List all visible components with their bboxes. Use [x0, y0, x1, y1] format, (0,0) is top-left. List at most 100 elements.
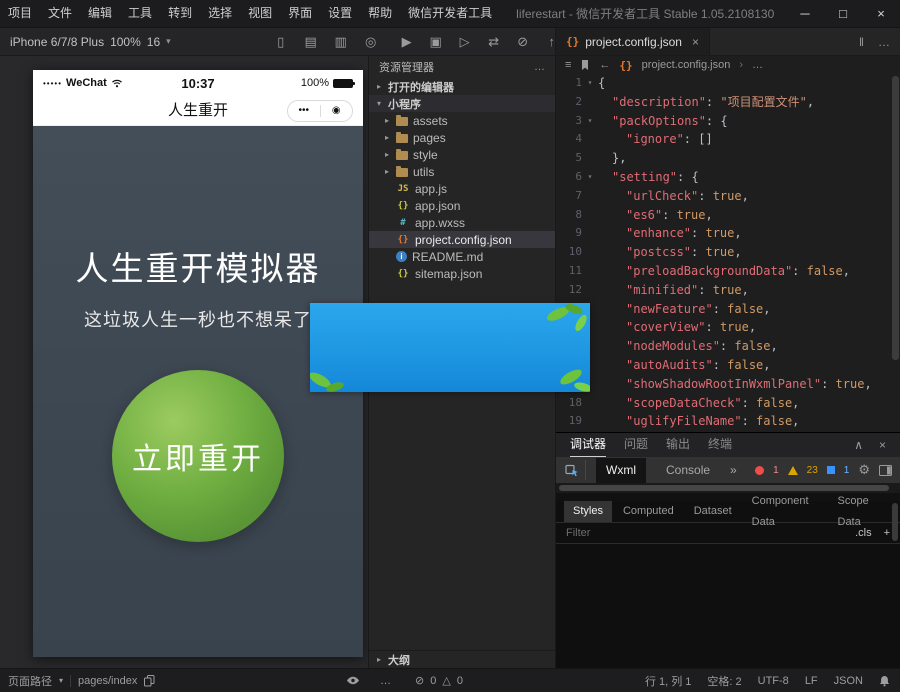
- cursor-position[interactable]: 行 1, 列 1: [645, 673, 691, 689]
- devtools-hscrollbar[interactable]: [556, 483, 900, 493]
- fold-icon[interactable]: ▾: [582, 112, 598, 131]
- toggle-editor-icon[interactable]: ▤: [303, 34, 319, 50]
- maximize-button[interactable]: □: [824, 0, 862, 27]
- collapse-panel-icon[interactable]: ∧: [854, 438, 863, 452]
- tree-item-README.md[interactable]: iREADME.md: [369, 248, 555, 265]
- info-count[interactable]: 1: [844, 465, 850, 476]
- tab-wxml[interactable]: Wxml: [596, 458, 646, 483]
- menu-item-7[interactable]: 界面: [280, 0, 320, 27]
- explorer-more-icon[interactable]: …: [534, 61, 545, 73]
- debugger-tab-3[interactable]: 终端: [708, 433, 732, 457]
- code-text: "showShadowRootInWxmlPanel": true,: [598, 375, 872, 394]
- add-style-button[interactable]: +: [884, 527, 890, 539]
- outline-icon[interactable]: ≡: [565, 59, 571, 71]
- cls-toggle[interactable]: .cls: [855, 527, 872, 539]
- tree-item-pages[interactable]: ▸pages: [369, 129, 555, 146]
- gear-icon[interactable]: ⚙: [858, 462, 870, 478]
- tree-item-assets[interactable]: ▸assets: [369, 112, 555, 129]
- editor-scrollbar[interactable]: [892, 76, 899, 360]
- close-panel-icon[interactable]: ×: [879, 438, 886, 452]
- tab-project-config-json[interactable]: {} project.config.json ×: [556, 28, 710, 55]
- page-path-value[interactable]: pages/index: [78, 675, 137, 687]
- menu-item-4[interactable]: 转到: [160, 0, 200, 27]
- inspect-element-icon[interactable]: [564, 460, 586, 480]
- eol-type[interactable]: LF: [805, 675, 818, 687]
- minimize-button[interactable]: ─: [786, 0, 824, 27]
- close-button[interactable]: ×: [862, 0, 900, 27]
- tree-item-app.js[interactable]: JSapp.js: [369, 180, 555, 197]
- tree-item-utils[interactable]: ▸utils: [369, 163, 555, 180]
- menu-item-0[interactable]: 项目: [0, 0, 40, 27]
- error-count[interactable]: 1: [773, 465, 779, 476]
- inspector-tab-2[interactable]: Dataset: [685, 501, 741, 522]
- menu-item-6[interactable]: 视图: [240, 0, 280, 27]
- error-count[interactable]: 0: [430, 675, 436, 687]
- switch-background-icon[interactable]: ⇄: [486, 34, 502, 50]
- tree-item-app.json[interactable]: {}app.json: [369, 197, 555, 214]
- copy-path-icon[interactable]: [144, 675, 155, 687]
- code-text: {: [598, 74, 605, 93]
- open-editors-section[interactable]: ▸ 打开的编辑器: [369, 78, 555, 95]
- menu-item-5[interactable]: 选择: [200, 0, 240, 27]
- menu-item-1[interactable]: 文件: [40, 0, 80, 27]
- scrollbar-thumb[interactable]: [559, 485, 889, 491]
- capsule-more-button[interactable]: •••: [288, 101, 320, 121]
- tree-item-app.wxss[interactable]: #app.wxss: [369, 214, 555, 231]
- tree-item-style[interactable]: ▸style: [369, 146, 555, 163]
- filter-input[interactable]: [566, 527, 766, 539]
- chevron-right-icon: ▸: [375, 655, 383, 664]
- dock-side-icon[interactable]: [879, 465, 892, 476]
- back-icon[interactable]: ←: [599, 59, 610, 71]
- menu-item-8[interactable]: 设置: [320, 0, 360, 27]
- inspector-tab-1[interactable]: Computed: [614, 501, 683, 522]
- indentation[interactable]: 空格: 2: [707, 673, 741, 689]
- outline-section[interactable]: ▸ 大纲: [369, 650, 555, 668]
- more-actions-icon[interactable]: …: [878, 35, 890, 49]
- more-icon[interactable]: …: [380, 675, 391, 687]
- warning-count[interactable]: 23: [807, 465, 818, 476]
- preview-icon[interactable]: ▣: [428, 34, 444, 50]
- json-file-icon: {}: [396, 269, 410, 279]
- bell-icon[interactable]: [879, 675, 890, 687]
- close-tab-icon[interactable]: ×: [692, 35, 699, 49]
- tab-overflow-icon[interactable]: »: [730, 463, 737, 477]
- bookmark-icon[interactable]: [580, 59, 590, 71]
- debugger-tab-2[interactable]: 输出: [666, 433, 690, 457]
- tree-item-sitemap.json[interactable]: {}sitemap.json: [369, 265, 555, 282]
- restart-button[interactable]: 立即重开: [112, 370, 284, 542]
- debugger-tab-1[interactable]: 问题: [624, 433, 648, 457]
- token: false: [734, 339, 770, 353]
- compile-mode-icon[interactable]: ◎: [363, 34, 379, 50]
- debugger-tab-0[interactable]: 调试器: [570, 433, 606, 457]
- toggle-debugger-icon[interactable]: ▥: [333, 34, 349, 50]
- menu-item-3[interactable]: 工具: [120, 0, 160, 27]
- ad-banner[interactable]: [310, 303, 590, 392]
- eye-icon[interactable]: [346, 675, 360, 686]
- menu-item-9[interactable]: 帮助: [360, 0, 400, 27]
- code-area[interactable]: 1▾{2"description": "项目配置文件",3▾"packOptio…: [556, 74, 890, 432]
- split-editor-icon[interactable]: ‖: [859, 35, 864, 49]
- token: ,: [792, 414, 799, 428]
- fold-icon[interactable]: ▾: [582, 168, 598, 187]
- menu-item-10[interactable]: 微信开发者工具: [400, 0, 500, 27]
- devtools-scrollbar[interactable]: [892, 503, 898, 541]
- tree-item-project.config.json[interactable]: {}project.config.json: [369, 231, 555, 248]
- device-selector[interactable]: iPhone 6/7/8 Plus 100% 16 ▾: [0, 35, 181, 49]
- breadcrumb-more[interactable]: …: [752, 59, 763, 71]
- encoding[interactable]: UTF-8: [758, 675, 789, 687]
- compile-icon[interactable]: ▶: [399, 34, 415, 50]
- page-path-selector[interactable]: 页面路径: [8, 673, 52, 689]
- toggle-simulator-icon[interactable]: ▯: [273, 34, 289, 50]
- game-title: 人生重开模拟器: [33, 242, 363, 290]
- remote-debug-icon[interactable]: ▷: [457, 34, 473, 50]
- language-mode[interactable]: JSON: [834, 675, 863, 687]
- tab-console[interactable]: Console: [656, 458, 720, 483]
- clear-cache-icon[interactable]: ⊘: [515, 34, 531, 50]
- warning-count[interactable]: 0: [457, 675, 463, 687]
- capsule-close-button[interactable]: ◉: [321, 101, 353, 121]
- project-section[interactable]: ▾ 小程序: [369, 95, 555, 112]
- inspector-tab-0[interactable]: Styles: [564, 501, 612, 522]
- fold-icon[interactable]: ▾: [582, 74, 598, 93]
- breadcrumb-file[interactable]: project.config.json: [642, 59, 731, 71]
- menu-item-2[interactable]: 编辑: [80, 0, 120, 27]
